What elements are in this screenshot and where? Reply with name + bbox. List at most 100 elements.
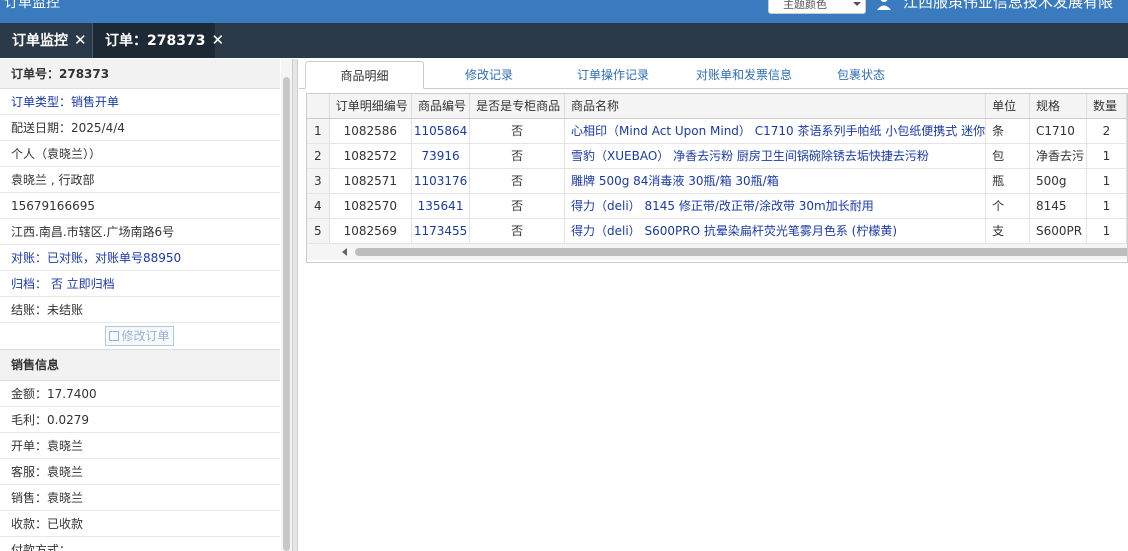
table-row[interactable]: 1 1082586 1105864 否心相印（Mind Act Upon Mind） … (307, 118, 1127, 144)
row-number: 1 (307, 118, 330, 144)
tab-edit-history[interactable]: 修改记录 (439, 61, 539, 89)
product-name-link[interactable]: 得力（deli） S600PRO 抗晕染扁杆荧光笔雾月色系 (柠檬黄) (564, 218, 987, 244)
table-row[interactable]: 2 1082572 73916 否雪豹（XUEBAO） 净香去污粉 厨房卫生间锅碗除锈… (307, 143, 1127, 169)
product-name-link[interactable]: 雕牌 500g 84消毒液 30瓶/箱 30瓶/箱 (564, 168, 987, 194)
order-info-list: 订单类型：销售开单 配送日期：2025/4/4 个人（袁晓兰）） 袁晓兰 , 行政部 1… (0, 89, 292, 323)
table-body: 1 1082586 1105864 否心相印（Mind Act Upon Mind） … (307, 118, 1127, 244)
sales-info-item: 付款方式： (0, 537, 280, 551)
order-info-item: 江西.南昌.市辖区.广场南路6号 (0, 219, 280, 245)
order-info-item: 配送日期：2025/4/4 (0, 115, 280, 141)
sales-info-item: 收款：已收款 (0, 511, 280, 537)
row-number: 3 (307, 168, 330, 194)
order-info-item: 15679166695 (0, 193, 280, 219)
horizontal-scrollbar[interactable] (307, 244, 1127, 260)
sales-info-item: 销售：袁晓兰 (0, 485, 280, 511)
column-header[interactable]: 规格 (1029, 94, 1087, 119)
table-cell: C1710 (1029, 118, 1087, 144)
table-cell: 否 (469, 143, 566, 169)
table-cell: 1082572 (329, 143, 412, 169)
edit-order-button[interactable]: 修改订单 (105, 326, 174, 346)
close-icon[interactable]: ✕ (211, 23, 224, 58)
table-cell: 条 (985, 118, 1030, 144)
edit-button-row: 修改订单 (0, 323, 280, 350)
table-row[interactable]: 5 1082569 1173455 否得力（deli） S600PRO 抗晕染扁杆荧光… (307, 218, 1127, 244)
detail-area: 商品明细 修改记录 订单操作记录 对账单和发票信息 包裹状态 订单明细编号 商品编… (299, 59, 1128, 551)
edit-order-label: 修改订单 (121, 329, 170, 343)
edit-icon (109, 331, 120, 341)
order-info-item[interactable]: 订单类型：销售开单 (0, 89, 280, 115)
scroll-left-icon[interactable] (342, 248, 347, 256)
column-header[interactable]: 是否是专柜商品 (469, 94, 566, 119)
table-cell: 1082570 (329, 193, 412, 219)
table-cell: 1 (1086, 143, 1127, 169)
product-table: 订单明细编号 商品编号 是否是专柜商品 商品名称 单位 规格 数量 1 1082586 1105… (307, 94, 1127, 244)
tab-operation-log[interactable]: 订单操作记录 (563, 61, 663, 89)
table-cell: 1082586 (329, 118, 412, 144)
theme-select[interactable]: 主题颜色 (768, 0, 866, 14)
tab-product-detail[interactable]: 商品明细 (305, 61, 424, 89)
table-cell: 个 (985, 193, 1030, 219)
tab-package-status[interactable]: 包裹状态 (829, 61, 893, 89)
order-info-item[interactable]: 对账：已对账，对账单号88950 (0, 245, 280, 271)
table-cell: 8145 (1029, 193, 1087, 219)
close-icon[interactable]: ✕ (74, 23, 87, 58)
table-cell: 1082569 (329, 218, 412, 244)
product-grid: 订单明细编号 商品编号 是否是专柜商品 商品名称 单位 规格 数量 1 1082586 1105… (306, 93, 1128, 263)
order-info-item: 结账：未结账 (0, 297, 280, 323)
product-id-link[interactable]: 1105864 (411, 118, 471, 144)
table-header-row: 订单明细编号 商品编号 是否是专柜商品 商品名称 单位 规格 数量 (307, 94, 1127, 119)
sales-info-item: 客服：袁晓兰 (0, 459, 280, 485)
table-cell: 否 (469, 193, 566, 219)
tab-statement-invoice[interactable]: 对账单和发票信息 (679, 61, 809, 89)
column-header[interactable] (307, 94, 330, 119)
column-header[interactable]: 商品编号 (411, 94, 471, 119)
table-cell: 包 (985, 143, 1030, 169)
table-row[interactable]: 4 1082570 135641 否得力（deli） 8145 修正带/改正带/涂改带… (307, 193, 1127, 219)
table-cell: 1 (1086, 193, 1127, 219)
scrollbar-thumb[interactable] (283, 77, 290, 551)
sales-info-item: 开单：袁晓兰 (0, 433, 280, 459)
column-header[interactable]: 订单明细编号 (329, 94, 412, 119)
sales-info-item: 金额：17.7400 (0, 381, 280, 407)
order-number: 订单号：278373 (0, 59, 280, 89)
table-cell: 1 (1086, 218, 1127, 244)
tabs-bar: 订单监控 ✕ 订单：278373 ✕ (0, 23, 1128, 58)
tab-order-monitor[interactable]: 订单监控 ✕ (0, 23, 92, 58)
table-cell: 1082571 (329, 168, 412, 194)
column-header[interactable]: 单位 (985, 94, 1030, 119)
product-name-link[interactable]: 得力（deli） 8145 修正带/改正带/涂改带 30m加长耐用 (564, 193, 987, 219)
user-icon[interactable] (876, 0, 892, 10)
table-cell: 支 (985, 218, 1030, 244)
table-cell: 瓶 (985, 168, 1030, 194)
table-cell: 否 (469, 168, 566, 194)
table-cell: 否 (469, 218, 566, 244)
product-id-link[interactable]: 73916 (411, 143, 471, 169)
product-name-link[interactable]: 心相印（Mind Act Upon Mind） C1710 茶语系列手帕纸 小包… (564, 118, 987, 144)
tab-label: 订单监控 (12, 33, 68, 49)
table-cell: 2 (1086, 118, 1127, 144)
row-number: 4 (307, 193, 330, 219)
table-cell: S600PR (1029, 218, 1087, 244)
product-id-link[interactable]: 1103176 (411, 168, 471, 194)
company-name: 江西服策伟业信息技术发展有限 (903, 0, 1114, 11)
column-header[interactable]: 商品名称 (564, 94, 987, 119)
row-number: 2 (307, 143, 330, 169)
column-header[interactable]: 数量 (1086, 94, 1127, 119)
product-id-link[interactable]: 135641 (411, 193, 471, 219)
sales-info-item: 毛利：0.0279 (0, 407, 280, 433)
order-info-item: 袁晓兰 , 行政部 (0, 167, 280, 193)
top-header: 订单监控 主题颜色 江西服策伟业信息技术发展有限 (0, 0, 1128, 23)
table-cell: 1 (1086, 168, 1127, 194)
scrollbar-thumb[interactable] (355, 248, 1127, 256)
table-row[interactable]: 3 1082571 1103176 否雕牌 500g 84消毒液 30瓶/箱 30瓶/… (307, 168, 1127, 194)
order-info-item[interactable]: 归档： 否 立即归档 (0, 271, 280, 297)
order-info-item: 个人（袁晓兰）） (0, 141, 280, 167)
table-cell: 否 (469, 118, 566, 144)
product-name-link[interactable]: 雪豹（XUEBAO） 净香去污粉 厨房卫生间锅碗除锈去垢快捷去污粉 (564, 143, 987, 169)
tab-order-detail[interactable]: 订单：278373 ✕ (92, 23, 224, 58)
product-id-link[interactable]: 1173455 (411, 218, 471, 244)
chevron-down-icon (853, 2, 861, 6)
table-cell: 500g (1029, 168, 1087, 194)
detail-tabs: 商品明细 修改记录 订单操作记录 对账单和发票信息 包裹状态 (299, 59, 1128, 89)
panel-splitter[interactable] (293, 59, 298, 551)
